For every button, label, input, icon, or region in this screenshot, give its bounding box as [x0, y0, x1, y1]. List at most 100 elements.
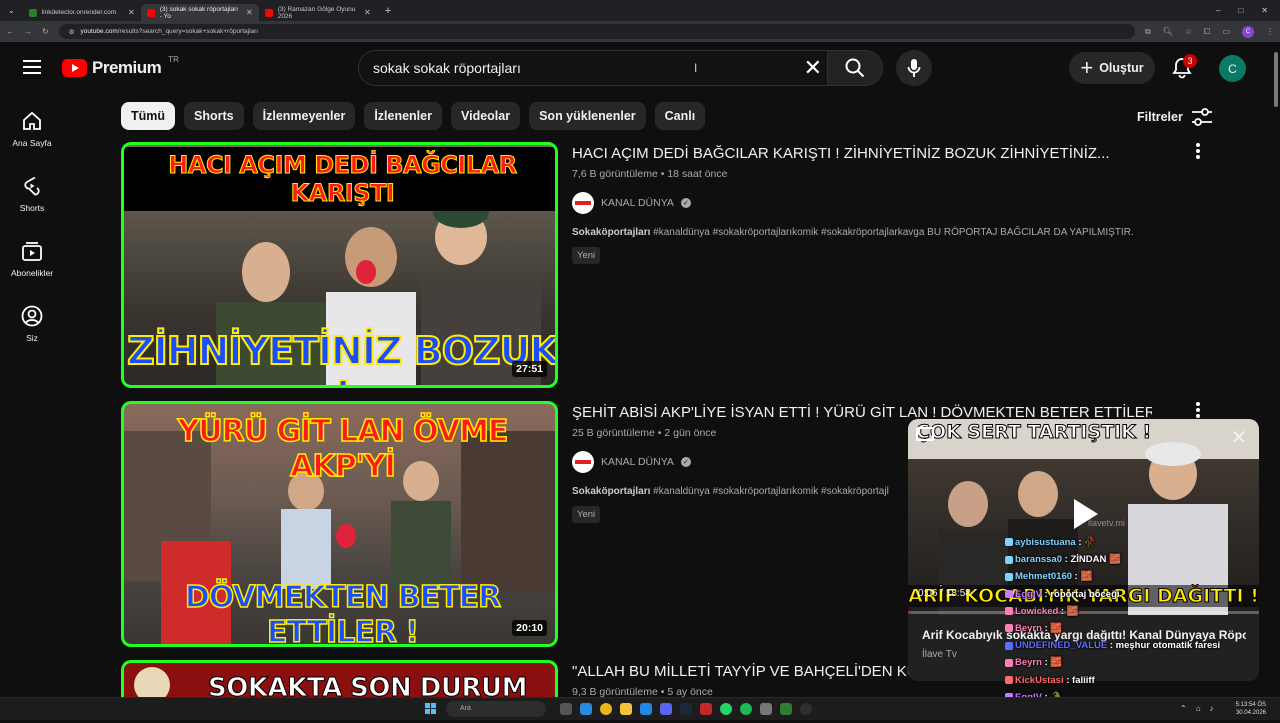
browser-tab-1[interactable]: linkdetector.onrender.com ✕	[23, 4, 141, 21]
close-tab-icon[interactable]: ✕	[128, 8, 135, 17]
channel-avatar[interactable]	[572, 451, 594, 473]
chat-text: : meşhur otomatik faresi	[1107, 640, 1221, 652]
menu-icon[interactable]	[23, 60, 41, 74]
thumbnail-bottom-text: ZİHNİYETİNİZ BOZUK !	[126, 328, 558, 385]
task-view-icon[interactable]	[560, 703, 572, 715]
channel-name[interactable]: KANAL DÜNYA	[601, 456, 674, 468]
chip-recently-uploaded[interactable]: Son yüklenenler	[529, 102, 646, 130]
thumbnail-top-text: YÜRÜ GİT LAN ÖVME AKP'Yİ	[177, 413, 509, 485]
chip-videos[interactable]: Videolar	[450, 102, 521, 130]
search-button[interactable]	[827, 50, 883, 86]
app-icon[interactable]	[640, 703, 652, 715]
account-avatar[interactable]: C	[1219, 55, 1246, 82]
reload-icon[interactable]: ↻	[42, 27, 49, 36]
sidebar-item-home[interactable]: Ana Sayfa	[0, 96, 64, 161]
description-text: #kanaldünya #sokakröportajlarıkomik #sok…	[650, 227, 1134, 238]
search-query: sokak sokak röportajları	[373, 60, 521, 76]
network-icon[interactable]: ⌂	[1196, 704, 1201, 713]
play-icon[interactable]	[1074, 499, 1098, 529]
chat-username: baranssa0	[1015, 554, 1063, 566]
start-button[interactable]	[425, 703, 436, 714]
video-thumbnail[interactable]: SOKAKTA SON DURUM BÖYLE	[121, 660, 558, 700]
chip-unwatched[interactable]: İzlenmeyenler	[252, 102, 356, 130]
clock[interactable]: 5:13:54 ÖS 30.04.2026	[1236, 701, 1266, 717]
close-miniplayer-icon[interactable]: ✕	[1228, 427, 1250, 449]
miniplayer-top-text: ÇOK SERT TARTIŞTIK !	[915, 421, 1152, 444]
sidebar-item-you[interactable]: Siz	[0, 291, 64, 356]
extensions-icon[interactable]: ⧠	[1204, 27, 1210, 37]
obs-icon[interactable]	[800, 703, 812, 715]
verified-check-icon: ✓	[680, 198, 691, 208]
chat-username: EgglV	[1015, 588, 1042, 600]
forward-icon[interactable]: →	[24, 27, 32, 36]
profile-avatar[interactable]: C	[1242, 25, 1254, 38]
browser-tab-3[interactable]: (3) Ramazan Gölge Oyunu 2026 ✕	[259, 4, 377, 21]
zoom-icon[interactable]: 🔍︎	[1163, 27, 1173, 36]
chat-badge-icon	[1005, 641, 1013, 650]
close-tab-icon[interactable]: ✕	[246, 8, 253, 17]
masthead: Premium TR sokak sokak röportajları I ✕ …	[0, 44, 1270, 94]
scrollbar-thumb[interactable]	[1274, 52, 1278, 107]
mini-guide-sidebar: Ana Sayfa Shorts Abonelikler Siz	[0, 96, 64, 356]
bookmark-star-icon[interactable]: ☆	[1185, 27, 1192, 36]
new-tab-button[interactable]: +	[377, 5, 399, 17]
channel-row[interactable]: KANAL DÜNYA ✓	[572, 192, 691, 214]
discord-icon[interactable]	[660, 703, 672, 715]
video-metadata: 25 B görüntüleme • 2 gün önce	[572, 427, 717, 439]
chip-live[interactable]: Canlı	[654, 102, 706, 130]
youtube-play-icon	[62, 59, 87, 77]
steam-icon[interactable]	[680, 703, 692, 715]
whatsapp-icon[interactable]	[720, 703, 732, 715]
chip-shorts[interactable]: Shorts	[184, 102, 244, 130]
page-scrollbar[interactable]	[1272, 44, 1280, 697]
app-icon[interactable]	[700, 703, 712, 715]
video-result[interactable]: HACI AÇIM DEDİ BAĞCILAR KARIŞTI ZİHNİYET…	[121, 142, 1201, 388]
edge-icon[interactable]	[580, 703, 592, 715]
close-tab-icon[interactable]: ✕	[364, 8, 371, 17]
video-thumbnail[interactable]: HACI AÇIM DEDİ BAĞCILAR KARIŞTI ZİHNİYET…	[121, 142, 558, 388]
site-info-icon[interactable]: ⚙	[69, 28, 75, 36]
browser-menu-icon[interactable]: ⋮	[1266, 27, 1274, 36]
minimize-button[interactable]: –	[1216, 6, 1220, 15]
chat-text: : faliiff	[1063, 674, 1095, 686]
volume-icon[interactable]: ♪	[1210, 704, 1214, 713]
channel-row[interactable]: KANAL DÜNYA ✓	[572, 451, 691, 473]
maximize-button[interactable]: □	[1238, 6, 1243, 15]
create-button[interactable]: + Oluştur	[1069, 52, 1155, 84]
chip-all[interactable]: Tümü	[121, 102, 176, 130]
close-window-button[interactable]: ✕	[1261, 6, 1268, 15]
chat-badge-icon	[1005, 658, 1013, 667]
sidebar-item-shorts[interactable]: Shorts	[0, 161, 64, 226]
video-thumbnail[interactable]: YÜRÜ GİT LAN ÖVME AKP'Yİ DÖVMEKTEN BETER…	[121, 401, 558, 647]
channel-name[interactable]: KANAL DÜNYA	[601, 197, 674, 209]
browser-tab-2[interactable]: (3) sokak sokak röportajları - Yo ✕	[140, 4, 259, 21]
chip-watched[interactable]: İzlenenler	[364, 102, 442, 130]
address-bar[interactable]: ⚙ youtube.com/results?search_query=sokak…	[58, 24, 1135, 39]
video-title[interactable]: "ALLAH BU MİLLETİ TAYYİP VE BAHÇELİ'DEN …	[572, 663, 912, 680]
back-icon[interactable]: ←	[6, 27, 14, 36]
expand-miniplayer-icon[interactable]	[916, 427, 934, 441]
channel-avatar[interactable]	[572, 192, 594, 214]
app-icon[interactable]	[760, 703, 772, 715]
voice-search-button[interactable]	[896, 50, 932, 86]
youtube-logo[interactable]: Premium TR	[62, 55, 179, 78]
clear-search-icon[interactable]: ✕	[804, 57, 822, 79]
search-input[interactable]: sokak sokak röportajları I ✕	[358, 50, 828, 86]
taskbar-search[interactable]: Ara	[446, 701, 546, 717]
file-explorer-icon[interactable]	[620, 703, 632, 715]
sidebar-icon[interactable]: ▭	[1222, 27, 1230, 36]
filters-button[interactable]: Filtreler	[1137, 107, 1213, 127]
app-icon[interactable]	[780, 703, 792, 715]
sidebar-item-subscriptions[interactable]: Abonelikler	[0, 226, 64, 291]
tab-search-icon[interactable]: ⌄	[0, 6, 23, 15]
view-count: 7,6 B görüntüleme	[572, 168, 658, 180]
video-title[interactable]: HACI AÇIM DEDİ BAĞCILAR KARIŞTI ! ZİHNİY…	[572, 145, 1172, 162]
more-actions-icon[interactable]	[1190, 401, 1206, 419]
cast-icon[interactable]: ⧉	[1145, 27, 1151, 37]
spotify-icon[interactable]	[740, 703, 752, 715]
tray-chevron-icon[interactable]: ⌃	[1180, 704, 1187, 713]
chrome-icon[interactable]	[600, 703, 612, 715]
miniplayer-channel[interactable]: İlave Tv	[922, 649, 957, 660]
home-icon	[23, 111, 41, 130]
more-actions-icon[interactable]	[1190, 142, 1206, 160]
